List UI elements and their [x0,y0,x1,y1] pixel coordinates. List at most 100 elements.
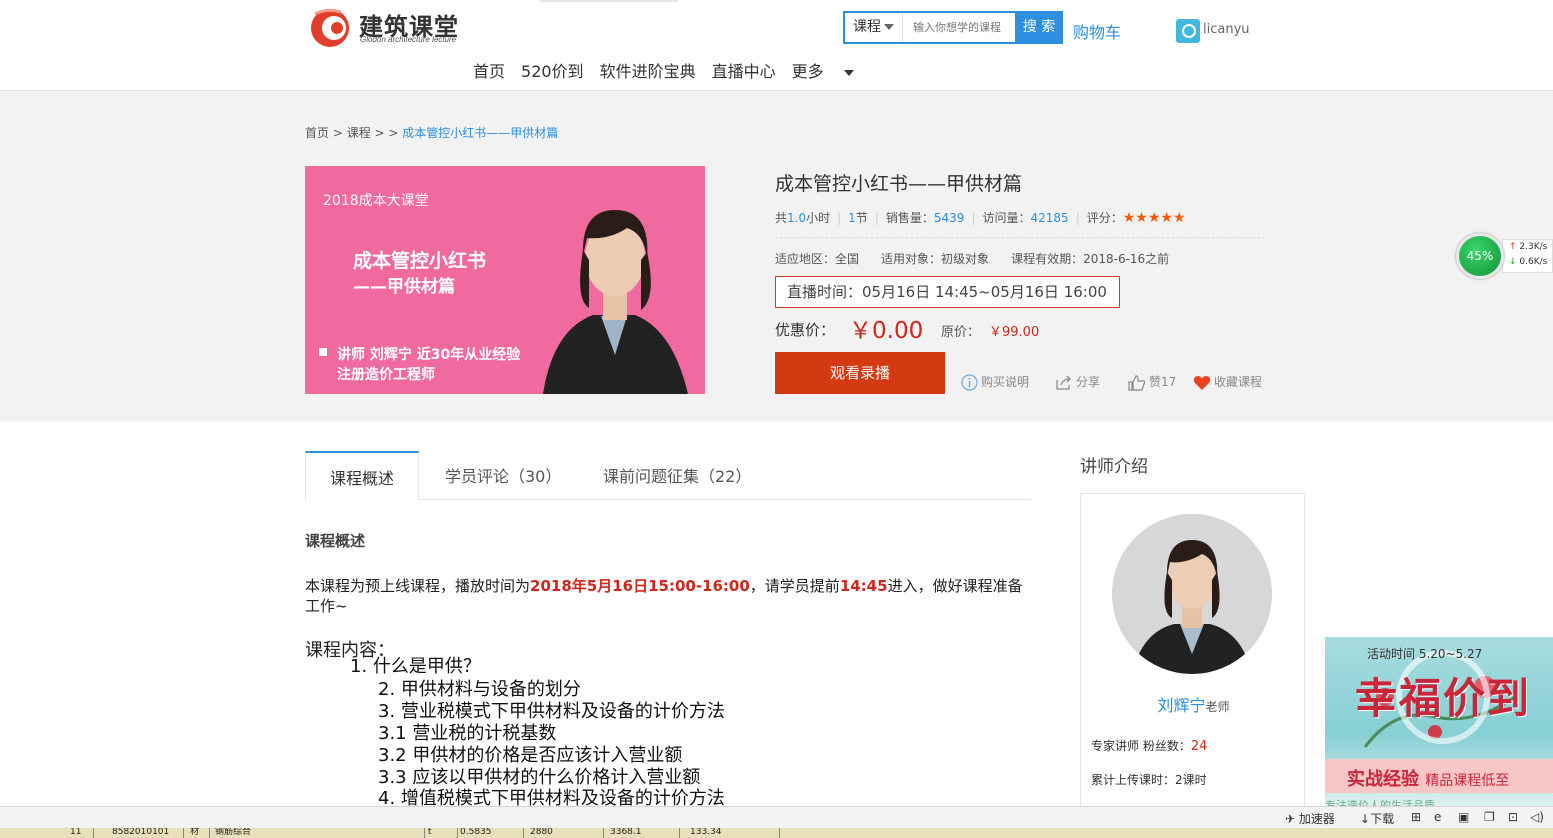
outline-item: 3.2 甲供材的价格是否应该计入营业额 [378,745,683,766]
rating-stars-icon: ★★★★★ [1122,210,1186,226]
accelerator-label: 加速器 [1298,812,1335,826]
download-speed: 0.6K/s [1519,257,1548,267]
intro-text: ，请学员提前 [749,577,840,595]
teacher-uploaded-hours: 累计上传课时：2课时 [1091,773,1207,787]
spreadsheet-cell: 3368.1 [610,828,680,838]
heart-icon [1193,375,1211,390]
outline-item: 1. 什么是甲供？ [350,656,481,677]
nav-more[interactable]: 更多 [792,58,870,82]
price-label: 优惠价： [775,321,836,339]
course-title: 成本管控小红书——甲供材篇 [775,173,1023,195]
tab-questions[interactable]: 课前问题征集（22） [603,451,751,500]
original-price: ￥99.00 [989,325,1040,340]
nav-more-label: 更多 [791,62,824,81]
course-meta: 共1.0小时 | 1节 | 销售量：5439 | 访问量：42185 | 评分：★★★★★ [775,210,1186,226]
course-cover-image[interactable]: 2018成本大课堂 成本管控小红书 ——甲供材篇 讲师 刘辉宁 近30年从业经验… [305,166,705,394]
teacher-avatar[interactable] [1112,514,1272,674]
course-sections: 1 [848,211,856,225]
share-link[interactable]: 分享 [1055,373,1100,391]
promo-strip: 实战经验 精品课程低至 [1325,759,1553,793]
window-icon[interactable]: ▣ [1458,810,1469,824]
discount-price: ￥0.00 [849,318,924,344]
watch-recording-button[interactable]: 观看录播 [775,352,945,394]
fans-label: 专家讲师 粉丝数： [1091,739,1191,753]
nav-software[interactable]: 软件进阶宝典 [600,58,696,82]
validity-label: 课程有效期： [1011,252,1084,266]
search-button[interactable]: 搜 索 [1015,11,1063,44]
upload-speed: 2.3K/s [1519,242,1548,252]
teacher-name[interactable]: 刘辉宁 [1157,696,1205,715]
breadcrumb: 首页 > 课程 > > 成本管控小红书——甲供材篇 [305,124,558,141]
tab-reviews[interactable]: 学员评论（30） [445,451,561,500]
zoom-icon[interactable]: ⊡ [1508,810,1518,824]
buy-info-link[interactable]: 购买说明 [961,373,1029,391]
like-button[interactable]: 赞17 [1128,373,1176,391]
meta-divider [775,237,1265,238]
download-button[interactable]: ↓下载 [1360,810,1394,827]
chevron-down-icon [843,69,854,76]
search-category-select[interactable]: 课程 [845,13,903,42]
fans-count: 24 [1190,739,1208,754]
restore-icon[interactable]: ❐ [1484,810,1495,824]
teacher-name-line: 刘辉宁老师 [1081,692,1306,716]
breadcrumb-home[interactable]: 首页 [305,126,329,140]
promo-strip-sub: 精品课程低至 [1425,773,1510,789]
background-spreadsheet-strip: 11 8582010101 材 钢筋综合 t 0.5835 2880 3368.… [0,828,1553,838]
logo-icon[interactable] [307,6,353,48]
outline-item: 3. 营业税模式下甲供材料及设备的计价方法 [378,701,725,722]
tab-overview[interactable]: 课程概述 [305,451,419,501]
visits-count: 42185 [1030,211,1069,225]
spreadsheet-cell: 11 [70,828,94,838]
search-input[interactable] [905,13,1015,42]
bullet-icon [319,348,327,356]
download-arrow-icon: ↓ [1509,257,1517,267]
breadcrumb-current[interactable]: 成本管控小红书——甲供材篇 [402,126,558,140]
accelerator-button[interactable]: ✈ 加速器 [1285,810,1335,827]
nav-live[interactable]: 直播中心 [712,58,776,82]
like-label: 赞17 [1149,375,1177,389]
sections-suffix: 节 [855,211,868,225]
hours-suffix: 小时 [806,211,831,225]
network-speed-widget[interactable]: ↑ 2.3K/s ↓ 0.6K/s 45% [1456,233,1553,279]
thumbs-up-icon [1128,374,1146,391]
spreadsheet-cell: 8582010101 [112,828,184,838]
speed-percent[interactable]: 45% [1456,233,1504,279]
live-time-label: 直播时间： [787,283,863,301]
download-icon: ↓ [1360,812,1371,826]
cart-link[interactable]: 购物车 [1073,19,1121,43]
user-avatar-icon[interactable] [1176,19,1200,43]
cover-title: 成本管控小红书 [353,250,487,272]
intro-text: 本课程为预上线课程，播放时间为 [305,577,531,595]
volume-icon[interactable]: ◁) [1530,810,1544,824]
cover-teacher-credential: 注册造价工程师 [337,367,435,383]
promo-banner[interactable]: 活动时间 5.20~5.27 幸福价到 实战经验 精品课程低至 专注造价人的生活… [1325,637,1553,813]
original-price-label: 原价： [941,325,981,340]
site-header: 建筑课堂 Glodon architecture lecture 课程 搜 索 … [0,0,1553,91]
outline-item: 4. 增值税模式下甲供材料及设备的计价方法 [378,788,725,806]
promo-strip-text: 实战经验 精品课程低至 [1347,765,1509,791]
validity-value: 2018-6-16之前 [1083,252,1170,266]
audience-label: 适用对象： [881,252,942,266]
overview-heading: 课程概述 [305,532,366,550]
visits-label: 访问量： [982,211,1031,225]
spreadsheet-cell: t [428,828,458,838]
spreadsheet-cell: 2880 [530,828,604,838]
breadcrumb-course[interactable]: 课程 [347,126,371,140]
search-box: 课程 搜 索 [843,11,1063,44]
page-icon[interactable]: ⊞ [1411,810,1421,824]
username-link[interactable]: licanyu [1203,22,1250,37]
cover-tag: 2018成本大课堂 [323,193,429,209]
ie-icon[interactable]: e [1434,810,1441,824]
teacher-heading: 讲师介绍 [1080,457,1148,477]
favorite-button[interactable]: 收藏课程 [1193,373,1262,391]
spreadsheet-cell: 0.5835 [460,828,524,838]
cover-subtitle: ——甲供材篇 [353,277,455,297]
nav-520[interactable]: 520价到 [521,58,584,82]
search-category-label: 课程 [853,19,881,35]
outline-item: 2. 甲供材料与设备的划分 [378,679,581,700]
course-hours: 1.0 [787,211,807,225]
outline-item: 3.3 应该以甲供材的什么价格计入营业额 [378,767,701,788]
intro-entry-time: 14:45 [839,577,888,595]
nav-home[interactable]: 首页 [473,58,505,82]
info-icon [961,374,978,391]
